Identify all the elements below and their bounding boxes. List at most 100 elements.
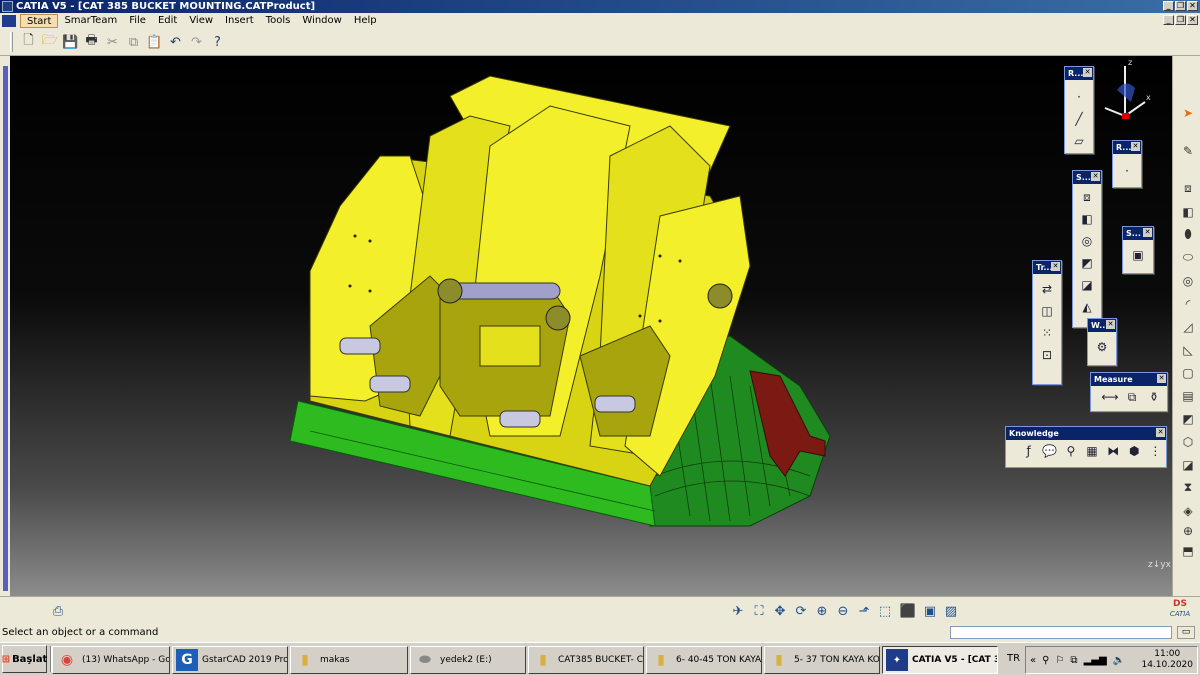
palette-s1[interactable]: S... ✕ ⧈ ◧ ◎ ◩ ◪ ◭ (1072, 170, 1102, 328)
hole-tool-icon[interactable]: ◎ (1179, 272, 1197, 289)
fit-all-icon[interactable]: ⛶ (749, 601, 769, 621)
doc-minimize-button[interactable]: _ (1163, 15, 1174, 25)
palette-tr-close[interactable]: ✕ (1051, 262, 1060, 271)
minimize-button[interactable]: _ (1163, 1, 1174, 11)
compass[interactable]: z x (1095, 58, 1155, 120)
print-icon[interactable]: 🖶 (81, 32, 102, 53)
palette-r2[interactable]: R... ✕ · (1112, 140, 1142, 188)
measure-inertia-icon[interactable]: ⚱ (1143, 386, 1165, 408)
fillet-icon[interactable]: ◜ (1179, 295, 1197, 312)
point-icon[interactable]: · (1068, 86, 1090, 108)
tray-app-icon[interactable]: ⚲ (1042, 655, 1049, 666)
palette-w[interactable]: W... ✕ ⚙ (1087, 318, 1117, 366)
pad-icon[interactable]: ⧈ (1076, 186, 1098, 208)
pin-lower-center[interactable] (499, 410, 541, 428)
normal-view-icon[interactable]: ⬏ (854, 601, 874, 621)
bucket-model[interactable] (10, 56, 1172, 596)
chamfer-icon[interactable]: ◿ (1179, 318, 1197, 335)
select-icon[interactable]: ➤ (1179, 104, 1197, 121)
palette-r1-close[interactable]: ✕ (1083, 68, 1092, 77)
copy-icon[interactable]: ⧉ (123, 32, 144, 53)
task-yedek2[interactable]: ⬬ yedek2 (E:) (410, 646, 526, 674)
menu-start[interactable]: Start (20, 14, 59, 28)
pin-left[interactable] (339, 337, 381, 355)
palette-tr[interactable]: Tr... ✕ ⇄ ◫ ⁙ ⊡ (1032, 260, 1062, 385)
comment-icon[interactable]: 💬 (1039, 440, 1060, 462)
measure-item-icon[interactable]: ⧉ (1121, 386, 1143, 408)
draft-icon[interactable]: ◺ (1179, 341, 1197, 358)
menu-file[interactable]: File (123, 14, 152, 28)
knowledge-inspector-icon[interactable]: ⚲ (1060, 440, 1081, 462)
undo-icon[interactable]: ↶ (165, 32, 186, 53)
tray-expand-icon[interactable]: « (1030, 655, 1036, 666)
3d-viewport[interactable]: z x z↓yx R... ✕ · ╱ ▱ R... ✕ · S... ✕ ⧈ ◧ ◎… (10, 56, 1172, 596)
doc-restore-button[interactable]: ❐ (1175, 15, 1186, 25)
scale-icon[interactable]: ⊡ (1036, 344, 1058, 366)
palette-r2-close[interactable]: ✕ (1131, 142, 1140, 151)
new-icon[interactable]: 🗋 (18, 32, 39, 53)
main-pin[interactable] (449, 282, 561, 300)
restore-button[interactable]: ❐ (1175, 1, 1186, 11)
task-makas[interactable]: ▮ makas (290, 646, 408, 674)
translate-icon[interactable]: ⇄ (1036, 278, 1058, 300)
hole-icon[interactable]: ◎ (1076, 230, 1098, 252)
menu-help[interactable]: Help (348, 14, 383, 28)
task-cat385[interactable]: ▮ CAT385 BUCKET- CE... (528, 646, 644, 674)
palette-measure[interactable]: Measure ✕ ⟷ ⧉ ⚱ (1090, 372, 1168, 412)
command-button[interactable]: ▭ (1177, 626, 1195, 639)
hide-show-icon[interactable]: ▣ (920, 601, 940, 621)
open-icon[interactable]: 🗁 (39, 32, 60, 53)
iso-view-icon[interactable]: ⬚ (875, 601, 895, 621)
doc-close-button[interactable]: ✕ (1187, 15, 1198, 25)
pocket-icon[interactable]: ◧ (1179, 203, 1197, 220)
menu-smarteam[interactable]: SmarTeam (58, 14, 123, 28)
thread-icon[interactable]: ⧗ (1179, 479, 1197, 496)
start-button[interactable]: ⊞ Başlat (2, 645, 47, 673)
parameters-icon[interactable]: ⋮ (1145, 440, 1166, 462)
surface-icon[interactable]: ▣ (1127, 244, 1149, 266)
design-table-icon[interactable]: ▦ (1081, 440, 1102, 462)
palette-knowledge[interactable]: Knowledge ✕ ƒ 💬 ⚲ ▦ ⧓ ⬢ ⋮ (1005, 426, 1167, 468)
network-icon[interactable]: ⧉ (1070, 655, 1077, 666)
pad-tool-icon[interactable]: ⧈ (1179, 180, 1197, 197)
fly-mode-icon[interactable]: ✈ (728, 601, 748, 621)
line-icon[interactable]: ╱ (1068, 108, 1090, 130)
task-whatsapp[interactable]: ◉ (13) WhatsApp - Goo... (52, 646, 170, 674)
toolbar-grip[interactable] (10, 32, 13, 52)
command-input[interactable] (950, 626, 1172, 639)
reaction-icon[interactable]: ⬢ (1124, 440, 1145, 462)
cancel-command-icon[interactable]: ⎙ (48, 601, 68, 621)
menu-window[interactable]: Window (296, 14, 347, 28)
task-catia[interactable]: ✦ CATIA V5 - [CAT 3... (882, 646, 998, 674)
cut-icon[interactable]: ✂ (102, 32, 123, 53)
rotate-icon[interactable]: ⟳ (791, 601, 811, 621)
task-40-45-ton[interactable]: ▮ 6- 40-45 TON KAYA ... (646, 646, 762, 674)
task-37-ton[interactable]: ▮ 5- 37 TON KAYA KOV... (764, 646, 880, 674)
palette-knowledge-close[interactable]: ✕ (1156, 428, 1165, 437)
mirror-icon[interactable]: ◫ (1036, 300, 1058, 322)
work-object-icon[interactable]: ⚙ (1091, 336, 1113, 358)
sketcher-icon[interactable]: ✎ (1179, 142, 1197, 159)
language-indicator[interactable]: TR (1007, 653, 1020, 664)
task-gstarcad[interactable]: G GstarCAD 2019 Prof... (172, 646, 288, 674)
menu-insert[interactable]: Insert (219, 14, 260, 28)
zoom-out-icon[interactable]: ⊖ (833, 601, 853, 621)
plane-icon[interactable]: ▱ (1068, 130, 1090, 152)
thickness-icon[interactable]: ▤ (1179, 387, 1197, 404)
flag-icon[interactable]: ⚐ (1055, 655, 1064, 666)
formula-icon[interactable]: ƒ (1018, 440, 1039, 462)
paste-icon[interactable]: 📋 (144, 32, 165, 53)
stiffener-icon[interactable]: ◭ (1076, 296, 1098, 318)
menu-edit[interactable]: Edit (152, 14, 183, 28)
compass-icon[interactable] (1095, 58, 1155, 120)
pattern-icon[interactable]: ⁙ (1036, 322, 1058, 344)
specification-tree-bar[interactable] (3, 66, 8, 591)
close-button[interactable]: ✕ (1187, 1, 1198, 11)
palette-s1-close[interactable]: ✕ (1091, 172, 1100, 181)
law-icon[interactable]: ⧓ (1103, 440, 1124, 462)
zoom-in-icon[interactable]: ⊕ (812, 601, 832, 621)
groove-icon[interactable]: ⬭ (1179, 249, 1197, 266)
boolean-icon[interactable]: ⬡ (1179, 433, 1197, 450)
menu-tools[interactable]: Tools (260, 14, 297, 28)
whats-this-icon[interactable]: ? (207, 32, 228, 53)
